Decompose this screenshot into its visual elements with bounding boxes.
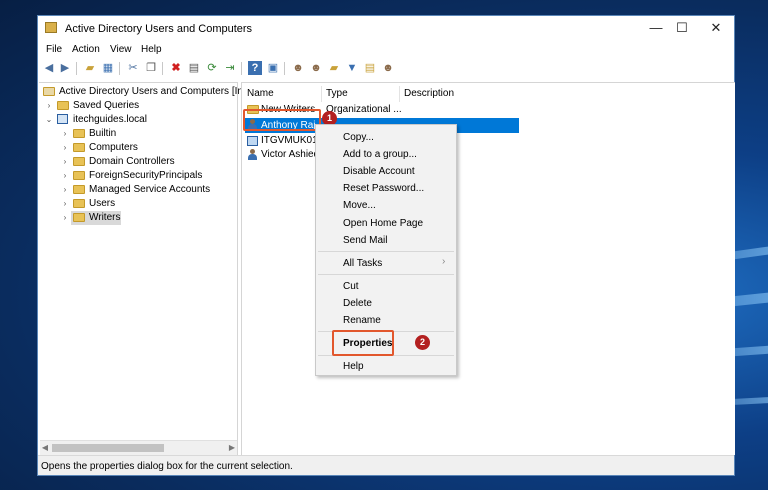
menu-item-disable-account[interactable]: Disable Account <box>343 166 415 177</box>
menu-bar: File Action View Help <box>38 42 734 58</box>
menu-item-send-mail[interactable]: Send Mail <box>343 235 387 246</box>
delete-icon[interactable]: ✖ <box>169 61 183 75</box>
user-icon <box>247 149 258 161</box>
menu-item-all-tasks[interactable]: All Tasks <box>343 258 382 269</box>
new-ou-icon[interactable]: ▰ <box>327 61 341 75</box>
folder-icon <box>57 101 69 110</box>
menu-item-open-home-page[interactable]: Open Home Page <box>343 218 423 229</box>
submenu-arrow-icon: › <box>442 256 446 267</box>
ou-folder-icon <box>73 157 85 166</box>
scroll-left-icon[interactable]: ◀ <box>40 441 50 455</box>
step-badge-2: 2 <box>415 335 430 350</box>
menu-view[interactable]: View <box>110 44 132 55</box>
menu-file[interactable]: File <box>46 44 62 55</box>
toolbar-separator <box>76 62 77 75</box>
menu-item-delete[interactable]: Delete <box>343 298 372 309</box>
menu-help[interactable]: Help <box>141 44 162 55</box>
tree-item-label: Computers <box>89 142 138 153</box>
highlight-box-user <box>243 109 321 131</box>
tree-item-label: itechguides.local <box>73 114 147 125</box>
console-tree-pane: Active Directory Users and Computers [In… <box>39 82 259 455</box>
new-user-icon[interactable]: ☻ <box>291 61 305 75</box>
computer-icon <box>247 136 258 146</box>
folder-icon <box>73 199 85 208</box>
chevron-right-icon[interactable]: › <box>61 127 69 141</box>
column-header-type[interactable]: Type <box>326 86 348 102</box>
scrollbar-thumb[interactable] <box>52 444 164 452</box>
chevron-right-icon[interactable]: › <box>61 141 69 155</box>
tree-item-label: Domain Controllers <box>89 156 175 167</box>
menu-item-move[interactable]: Move... <box>343 200 376 211</box>
domain-icon <box>57 114 68 124</box>
up-folder-icon[interactable]: ▰ <box>83 61 97 75</box>
tree-item-label: Builtin <box>89 128 117 139</box>
export-list-icon[interactable]: ⇥ <box>223 61 237 75</box>
toolbar: ◀ ▶ ▰ ▦ ✂ ❐ ✖ ▤ ⟳ ⇥ ? ▣ ☻ ☻ ▰ ▼ ▤ ☻ <box>38 59 734 79</box>
column-separator[interactable] <box>321 86 322 102</box>
tree-horizontal-scrollbar[interactable]: ◀ ▶ <box>40 440 237 455</box>
list-item-name: ITGVMUK01 <box>261 135 318 146</box>
folder-icon <box>73 143 85 152</box>
column-separator[interactable] <box>399 86 400 102</box>
window-title: Active Directory Users and Computers <box>65 23 253 35</box>
minimize-button[interactable]: — <box>643 20 669 36</box>
show-pane-icon[interactable]: ▣ <box>266 61 280 75</box>
filter-icon[interactable]: ▼ <box>345 61 359 75</box>
copy-icon[interactable]: ❐ <box>144 61 158 75</box>
chevron-right-icon[interactable]: › <box>61 183 69 197</box>
toolbar-separator <box>162 62 163 75</box>
forward-icon[interactable]: ▶ <box>58 61 72 75</box>
aduc-root-icon <box>43 87 55 96</box>
folder-icon <box>73 129 85 138</box>
scroll-right-icon[interactable]: ▶ <box>227 441 237 455</box>
back-icon[interactable]: ◀ <box>42 61 56 75</box>
menu-separator <box>318 251 454 252</box>
help-icon[interactable]: ? <box>248 61 262 75</box>
console-tree-icon[interactable]: ▦ <box>101 61 115 75</box>
new-group-icon[interactable]: ☻ <box>309 61 323 75</box>
menu-item-copy[interactable]: Copy... <box>343 132 374 143</box>
properties-icon[interactable]: ▤ <box>187 61 201 75</box>
add-to-group-icon[interactable]: ☻ <box>381 61 395 75</box>
menu-item-cut[interactable]: Cut <box>343 281 359 292</box>
refresh-icon[interactable]: ⟳ <box>205 61 219 75</box>
chevron-right-icon[interactable]: › <box>61 155 69 169</box>
toolbar-separator <box>119 62 120 75</box>
cut-icon[interactable]: ✂ <box>126 61 140 75</box>
chevron-right-icon[interactable]: › <box>45 99 53 113</box>
maximize-button[interactable]: ☐ <box>669 20 695 36</box>
menu-separator <box>318 274 454 275</box>
chevron-down-icon[interactable]: ⌄ <box>45 113 53 127</box>
toolbar-separator <box>241 62 242 75</box>
highlight-box-properties <box>332 330 394 356</box>
tree-item-label: Managed Service Accounts <box>89 184 211 195</box>
close-button[interactable]: ✕ <box>703 20 729 36</box>
folder-icon <box>73 171 85 180</box>
folder-icon <box>73 185 85 194</box>
chevron-right-icon[interactable]: › <box>61 169 69 183</box>
tree-item-label: ForeignSecurityPrincipals <box>89 170 203 181</box>
status-text: Opens the properties dialog box for the … <box>41 461 293 472</box>
tree-item-label: Users <box>89 198 116 209</box>
chevron-right-icon[interactable]: › <box>61 211 69 225</box>
ou-folder-icon <box>73 213 85 222</box>
tree-item-label: Writers <box>89 212 121 223</box>
aduc-app-icon <box>45 22 57 33</box>
chevron-right-icon[interactable]: › <box>61 197 69 211</box>
status-bar: Opens the properties dialog box for the … <box>38 455 734 475</box>
toolbar-separator <box>284 62 285 75</box>
tree-root-label: Active Directory Users and Computers [In… <box>59 86 259 97</box>
menu-item-help[interactable]: Help <box>343 361 364 372</box>
title-bar[interactable]: Active Directory Users and Computers — ☐… <box>38 16 734 41</box>
column-header-name[interactable]: Name <box>247 86 274 102</box>
column-header-description[interactable]: Description <box>404 86 454 102</box>
menu-item-reset-password[interactable]: Reset Password... <box>343 183 424 194</box>
tree-item-label: Saved Queries <box>73 100 140 111</box>
menu-action[interactable]: Action <box>72 44 100 55</box>
list-item-type: Organizational ... <box>326 104 402 115</box>
find-icon[interactable]: ▤ <box>363 61 377 75</box>
menu-item-add-to-group[interactable]: Add to a group... <box>343 149 417 160</box>
menu-item-rename[interactable]: Rename <box>343 315 381 326</box>
